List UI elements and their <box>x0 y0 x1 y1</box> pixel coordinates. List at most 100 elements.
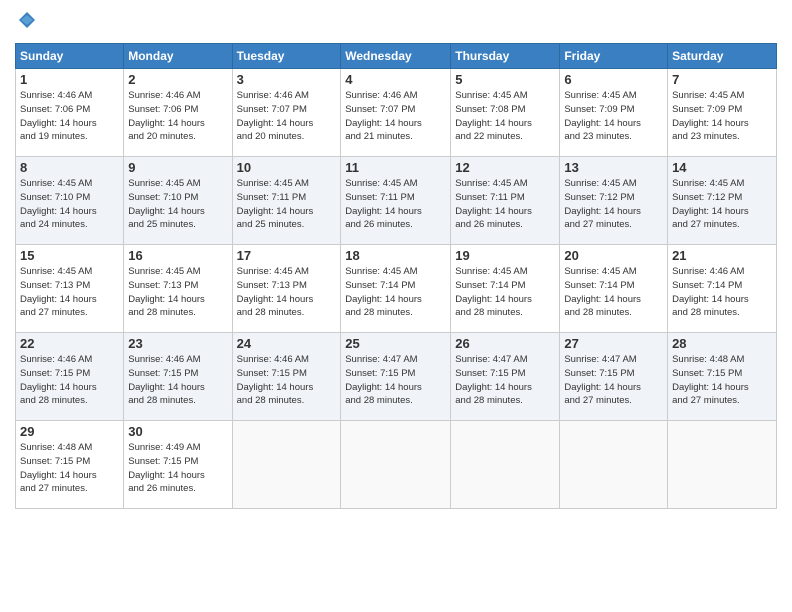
calendar-cell: 11 Sunrise: 4:45 AMSunset: 7:11 PMDayligh… <box>341 157 451 245</box>
calendar-cell <box>232 421 341 509</box>
calendar-cell <box>451 421 560 509</box>
day-number: 4 <box>345 72 446 87</box>
weekday-thursday: Thursday <box>451 44 560 69</box>
calendar-body: 1 Sunrise: 4:46 AMSunset: 7:06 PMDaylight… <box>16 69 777 509</box>
calendar-cell: 17Sunrise: 4:45 AMSunset: 7:13 PMDayligh… <box>232 245 341 333</box>
weekday-saturday: Saturday <box>668 44 777 69</box>
calendar-cell: 22 Sunrise: 4:46 AMSunset: 7:15 PMDayligh… <box>16 333 124 421</box>
calendar-cell: 6 Sunrise: 4:45 AMSunset: 7:09 PMDaylight… <box>560 69 668 157</box>
day-number: 22 <box>20 336 119 351</box>
header <box>15 10 777 35</box>
day-info: Sunrise: 4:45 AMSunset: 7:13 PMDaylight:… <box>128 265 227 320</box>
day-info: Sunrise: 4:45 AMSunset: 7:13 PMDaylight:… <box>20 265 119 320</box>
calendar-cell: 29 Sunrise: 4:48 AMSunset: 7:15 PMDayligh… <box>16 421 124 509</box>
day-info: Sunrise: 4:45 AMSunset: 7:14 PMDaylight:… <box>564 265 663 320</box>
day-info: Sunrise: 4:46 AMSunset: 7:15 PMDaylight:… <box>237 353 337 408</box>
calendar-cell: 19 Sunrise: 4:45 AMSunset: 7:14 PMDayligh… <box>451 245 560 333</box>
day-number: 17 <box>237 248 337 263</box>
day-number: 23 <box>128 336 227 351</box>
day-info: Sunrise: 4:45 AMSunset: 7:12 PMDaylight:… <box>672 177 772 232</box>
week-row-5: 29 Sunrise: 4:48 AMSunset: 7:15 PMDayligh… <box>16 421 777 509</box>
day-info: Sunrise: 4:47 AMSunset: 7:15 PMDaylight:… <box>345 353 446 408</box>
calendar-cell: 9Sunrise: 4:45 AMSunset: 7:10 PMDaylight… <box>124 157 232 245</box>
calendar-cell: 21Sunrise: 4:46 AMSunset: 7:14 PMDayligh… <box>668 245 777 333</box>
weekday-sunday: Sunday <box>16 44 124 69</box>
day-number: 26 <box>455 336 555 351</box>
day-info: Sunrise: 4:45 AMSunset: 7:10 PMDaylight:… <box>20 177 119 232</box>
day-number: 25 <box>345 336 446 351</box>
day-number: 6 <box>564 72 663 87</box>
weekday-tuesday: Tuesday <box>232 44 341 69</box>
day-info: Sunrise: 4:46 AMSunset: 7:07 PMDaylight:… <box>345 89 446 144</box>
day-info: Sunrise: 4:46 AMSunset: 7:14 PMDaylight:… <box>672 265 772 320</box>
calendar-cell: 8 Sunrise: 4:45 AMSunset: 7:10 PMDaylight… <box>16 157 124 245</box>
day-info: Sunrise: 4:49 AMSunset: 7:15 PMDaylight:… <box>128 441 227 496</box>
day-number: 20 <box>564 248 663 263</box>
calendar-cell: 23 Sunrise: 4:46 AMSunset: 7:15 PMDayligh… <box>124 333 232 421</box>
day-number: 10 <box>237 160 337 175</box>
day-number: 15 <box>20 248 119 263</box>
day-info: Sunrise: 4:48 AMSunset: 7:15 PMDaylight:… <box>20 441 119 496</box>
page: SundayMondayTuesdayWednesdayThursdayFrid… <box>0 0 792 612</box>
day-number: 18 <box>345 248 446 263</box>
week-row-4: 22 Sunrise: 4:46 AMSunset: 7:15 PMDayligh… <box>16 333 777 421</box>
calendar-cell: 24Sunrise: 4:46 AMSunset: 7:15 PMDayligh… <box>232 333 341 421</box>
day-number: 16 <box>128 248 227 263</box>
day-number: 13 <box>564 160 663 175</box>
weekday-friday: Friday <box>560 44 668 69</box>
calendar-cell: 3Sunrise: 4:46 AMSunset: 7:07 PMDaylight… <box>232 69 341 157</box>
weekday-wednesday: Wednesday <box>341 44 451 69</box>
day-number: 28 <box>672 336 772 351</box>
calendar-cell: 25 Sunrise: 4:47 AMSunset: 7:15 PMDayligh… <box>341 333 451 421</box>
day-number: 7 <box>672 72 772 87</box>
day-info: Sunrise: 4:46 AMSunset: 7:07 PMDaylight:… <box>237 89 337 144</box>
calendar-cell: 10 Sunrise: 4:45 AMSunset: 7:11 PMDayligh… <box>232 157 341 245</box>
day-info: Sunrise: 4:46 AMSunset: 7:15 PMDaylight:… <box>128 353 227 408</box>
week-row-2: 8 Sunrise: 4:45 AMSunset: 7:10 PMDaylight… <box>16 157 777 245</box>
day-number: 27 <box>564 336 663 351</box>
calendar-cell: 7 Sunrise: 4:45 AMSunset: 7:09 PMDaylight… <box>668 69 777 157</box>
calendar-cell: 4 Sunrise: 4:46 AMSunset: 7:07 PMDaylight… <box>341 69 451 157</box>
day-info: Sunrise: 4:45 AMSunset: 7:11 PMDaylight:… <box>237 177 337 232</box>
day-number: 11 <box>345 160 446 175</box>
day-info: Sunrise: 4:45 AMSunset: 7:14 PMDaylight:… <box>455 265 555 320</box>
day-info: Sunrise: 4:45 AMSunset: 7:12 PMDaylight:… <box>564 177 663 232</box>
day-info: Sunrise: 4:47 AMSunset: 7:15 PMDaylight:… <box>455 353 555 408</box>
calendar-cell: 27Sunrise: 4:47 AMSunset: 7:15 PMDayligh… <box>560 333 668 421</box>
calendar-cell <box>560 421 668 509</box>
day-info: Sunrise: 4:45 AMSunset: 7:11 PMDaylight:… <box>345 177 446 232</box>
week-row-1: 1 Sunrise: 4:46 AMSunset: 7:06 PMDaylight… <box>16 69 777 157</box>
calendar-cell: 28 Sunrise: 4:48 AMSunset: 7:15 PMDayligh… <box>668 333 777 421</box>
calendar-cell: 15 Sunrise: 4:45 AMSunset: 7:13 PMDayligh… <box>16 245 124 333</box>
calendar-cell <box>668 421 777 509</box>
day-number: 12 <box>455 160 555 175</box>
weekday-monday: Monday <box>124 44 232 69</box>
day-info: Sunrise: 4:45 AMSunset: 7:09 PMDaylight:… <box>672 89 772 144</box>
day-info: Sunrise: 4:48 AMSunset: 7:15 PMDaylight:… <box>672 353 772 408</box>
week-row-3: 15 Sunrise: 4:45 AMSunset: 7:13 PMDayligh… <box>16 245 777 333</box>
day-info: Sunrise: 4:45 AMSunset: 7:09 PMDaylight:… <box>564 89 663 144</box>
day-number: 8 <box>20 160 119 175</box>
day-number: 5 <box>455 72 555 87</box>
day-number: 1 <box>20 72 119 87</box>
calendar-cell: 1 Sunrise: 4:46 AMSunset: 7:06 PMDaylight… <box>16 69 124 157</box>
calendar-cell: 18 Sunrise: 4:45 AMSunset: 7:14 PMDayligh… <box>341 245 451 333</box>
day-number: 29 <box>20 424 119 439</box>
calendar-cell: 26 Sunrise: 4:47 AMSunset: 7:15 PMDayligh… <box>451 333 560 421</box>
calendar-cell: 30Sunrise: 4:49 AMSunset: 7:15 PMDayligh… <box>124 421 232 509</box>
day-info: Sunrise: 4:46 AMSunset: 7:06 PMDaylight:… <box>128 89 227 144</box>
day-number: 19 <box>455 248 555 263</box>
day-info: Sunrise: 4:46 AMSunset: 7:06 PMDaylight:… <box>20 89 119 144</box>
calendar-cell: 2Sunrise: 4:46 AMSunset: 7:06 PMDaylight… <box>124 69 232 157</box>
logo-icon <box>17 10 37 35</box>
calendar-cell: 5 Sunrise: 4:45 AMSunset: 7:08 PMDaylight… <box>451 69 560 157</box>
day-info: Sunrise: 4:45 AMSunset: 7:08 PMDaylight:… <box>455 89 555 144</box>
calendar: SundayMondayTuesdayWednesdayThursdayFrid… <box>15 43 777 509</box>
calendar-cell <box>341 421 451 509</box>
logo-text <box>15 10 37 35</box>
day-number: 9 <box>128 160 227 175</box>
day-info: Sunrise: 4:45 AMSunset: 7:14 PMDaylight:… <box>345 265 446 320</box>
day-info: Sunrise: 4:45 AMSunset: 7:11 PMDaylight:… <box>455 177 555 232</box>
day-info: Sunrise: 4:46 AMSunset: 7:15 PMDaylight:… <box>20 353 119 408</box>
calendar-header: SundayMondayTuesdayWednesdayThursdayFrid… <box>16 44 777 69</box>
